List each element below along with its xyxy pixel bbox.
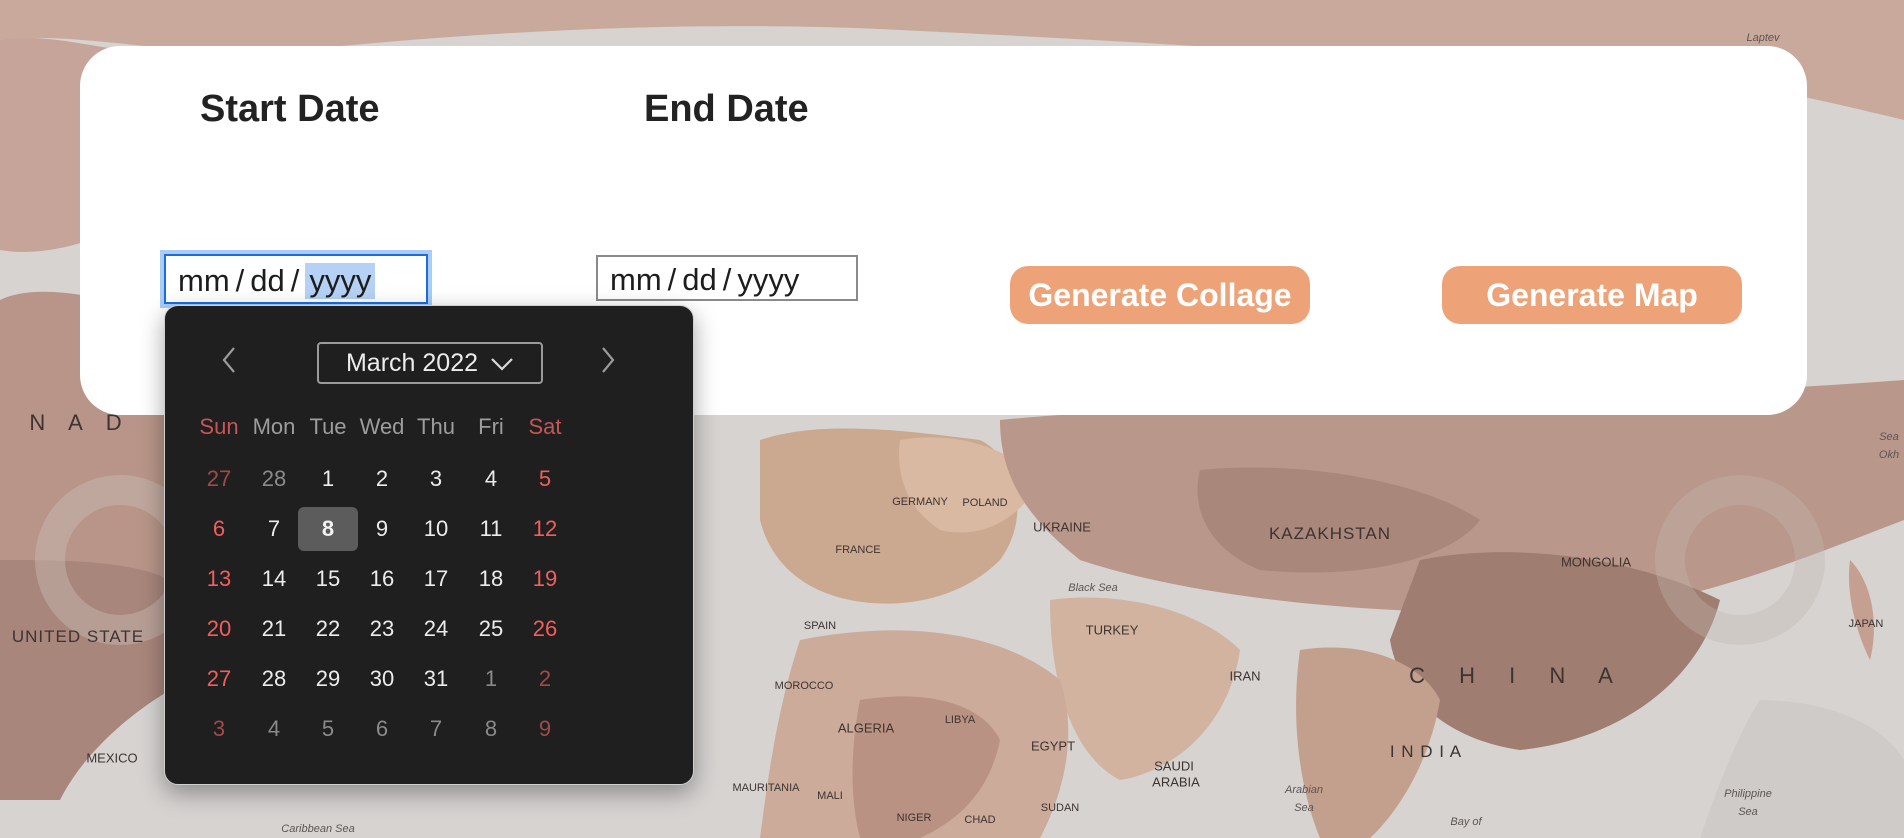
calendar-day[interactable]: 3 [189, 707, 249, 751]
start-month-segment[interactable]: mm [178, 263, 230, 299]
calendar-day[interactable]: 28 [244, 657, 304, 701]
map-label-caribbean-sea: Caribbean Sea [281, 823, 355, 835]
map-label-libya: LIBYA [944, 714, 976, 726]
calendar-day[interactable]: 11 [461, 507, 521, 551]
map-label-saudi: SAUDI [1154, 758, 1194, 774]
calendar-day[interactable]: 27 [189, 457, 249, 501]
end-year-segment[interactable]: yyyy [737, 262, 799, 298]
calendar-day[interactable]: 20 [189, 607, 249, 651]
calendar-day[interactable]: 4 [244, 707, 304, 751]
end-month-segment[interactable]: mm [610, 262, 662, 298]
generate-collage-button[interactable]: Generate Collage [1010, 266, 1310, 324]
calendar-day[interactable]: 6 [189, 507, 249, 551]
date-picker-popup: March 2022 Sun Mon Tue Wed Thu Fri Sat 27 28 1 2 3… [164, 305, 694, 785]
map-label-turkey: TURKEY [1085, 622, 1139, 638]
map-label-bay-of: Bay of [1450, 816, 1482, 828]
map-label-iran: IRAN [1229, 668, 1261, 684]
calendar-day[interactable]: 1 [461, 657, 521, 701]
map-label-mali: MALI [817, 790, 843, 802]
map-label-black-sea: Black Sea [1068, 582, 1118, 594]
map-label-india: I N D I A [1389, 742, 1463, 761]
calendar-day[interactable]: 23 [352, 607, 412, 651]
calendar-day-grid: 27 28 1 2 3 4 5 6 7 8 9 10 11 12 13 14 15 16 17 18 19 20 21 22 2… [165, 306, 695, 786]
map-label-mongolia: MONGOLIA [1560, 554, 1632, 570]
map-label-germany: GERMANY [892, 496, 948, 508]
start-separator-1: / [235, 263, 245, 298]
calendar-day[interactable]: 3 [406, 457, 466, 501]
map-label-arabian-sea: Sea [1294, 802, 1314, 814]
end-day-segment[interactable]: dd [682, 262, 716, 298]
generate-map-button[interactable]: Generate Map [1442, 266, 1742, 324]
calendar-day[interactable]: 15 [298, 557, 358, 601]
calendar-day[interactable]: 16 [352, 557, 412, 601]
calendar-day[interactable]: 6 [352, 707, 412, 751]
calendar-day[interactable]: 24 [406, 607, 466, 651]
map-label-sea: Sea [1879, 431, 1899, 443]
calendar-day[interactable]: 4 [461, 457, 521, 501]
calendar-day[interactable]: 30 [352, 657, 412, 701]
calendar-day[interactable]: 27 [189, 657, 249, 701]
map-label-niger: NIGER [896, 812, 932, 824]
calendar-day[interactable]: 18 [461, 557, 521, 601]
calendar-day[interactable]: 5 [298, 707, 358, 751]
calendar-day[interactable]: 28 [244, 457, 304, 501]
calendar-day[interactable]: 5 [515, 457, 575, 501]
map-label-japan: JAPAN [1848, 618, 1884, 630]
calendar-day[interactable]: 12 [515, 507, 575, 551]
map-label-united-states: UNITED STATE [11, 627, 145, 646]
map-label-morocco: MOROCCO [774, 680, 834, 692]
calendar-day[interactable]: 21 [244, 607, 304, 651]
map-label-philippine-sea: Sea [1738, 806, 1758, 818]
map-label-philippine: Philippine [1724, 788, 1772, 800]
map-label-ukraine: UKRAINE [1033, 519, 1091, 535]
map-label-arabian: Arabian [1285, 784, 1323, 796]
map-label-laptev: Laptev [1746, 32, 1780, 44]
map-label-arabia: ARABIA [1152, 774, 1200, 790]
calendar-day[interactable]: 7 [244, 507, 304, 551]
end-separator-1: / [667, 262, 677, 297]
calendar-day[interactable]: 29 [298, 657, 358, 701]
map-label-chad: CHAD [964, 814, 996, 826]
calendar-day[interactable]: 8 [461, 707, 521, 751]
calendar-day[interactable]: 25 [461, 607, 521, 651]
start-separator-2: / [290, 263, 300, 298]
calendar-day[interactable]: 31 [406, 657, 466, 701]
calendar-day[interactable]: 17 [406, 557, 466, 601]
start-day-segment[interactable]: dd [250, 263, 284, 299]
calendar-day[interactable]: 1 [298, 457, 358, 501]
map-label-mauritania: MAURITANIA [732, 782, 800, 794]
start-year-segment[interactable]: yyyy [305, 263, 376, 299]
calendar-day[interactable]: 9 [352, 507, 412, 551]
end-separator-2: / [722, 262, 732, 297]
start-date-input[interactable]: mm / dd / yyyy [164, 254, 428, 304]
calendar-day[interactable]: 7 [406, 707, 466, 751]
calendar-day[interactable]: 9 [515, 707, 575, 751]
map-label-mexico: MEXICO [86, 750, 138, 766]
map-label-egypt: EGYPT [1030, 738, 1076, 754]
calendar-day[interactable]: 13 [189, 557, 249, 601]
end-date-label: End Date [644, 88, 809, 130]
map-label-poland: POLAND [962, 497, 1008, 509]
map-label-kazakhstan: KAZAKHSTAN [1268, 524, 1392, 543]
map-label-china: C H I N A [1409, 663, 1627, 688]
end-date-input[interactable]: mm / dd / yyyy [596, 255, 858, 301]
map-label-okhotsk: Okh [1878, 449, 1900, 461]
map-label-france: FRANCE [835, 544, 881, 556]
calendar-day[interactable]: 26 [515, 607, 575, 651]
map-label-sudan: SUDAN [1040, 802, 1080, 814]
calendar-day[interactable]: 10 [406, 507, 466, 551]
map-label-spain: SPAIN [803, 620, 837, 632]
calendar-day[interactable]: 22 [298, 607, 358, 651]
map-label-algeria: ALGERIA [837, 720, 895, 736]
calendar-day[interactable]: 14 [244, 557, 304, 601]
calendar-day[interactable]: 2 [352, 457, 412, 501]
calendar-day[interactable]: 19 [515, 557, 575, 601]
calendar-day[interactable]: 2 [515, 657, 575, 701]
calendar-day-selected[interactable]: 8 [298, 507, 358, 551]
start-date-label: Start Date [200, 88, 380, 130]
